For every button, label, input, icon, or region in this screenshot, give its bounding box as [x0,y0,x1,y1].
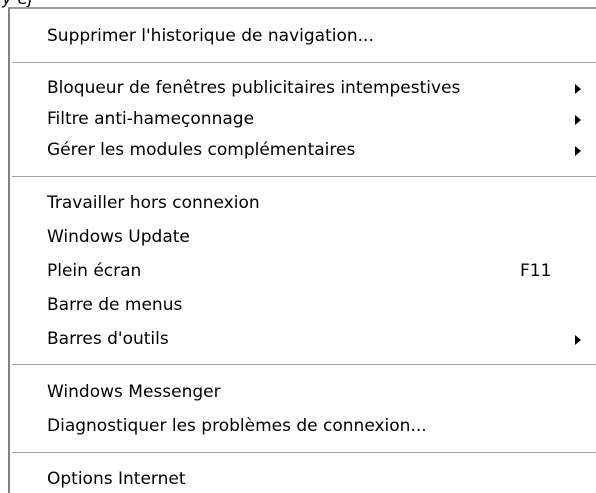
submenu-arrow-icon [575,115,581,125]
submenu-arrow-icon [575,84,581,94]
menu-item-label: Barres d'outils [47,329,169,349]
submenu-arrow-icon [575,146,581,156]
menu-item-label: Options Internet [47,469,186,489]
menu-item-popup-blocker[interactable]: Bloqueur de fenêtres publicitaires intem… [10,73,596,103]
tools-context-menu: Supprimer l'historique de navigation... … [8,7,596,493]
menu-item-full-screen[interactable]: Plein écran F11 [10,256,596,286]
menu-separator [12,176,596,178]
menu-item-label: Windows Messenger [47,382,221,402]
menu-separator [12,452,596,454]
menu-separator [12,62,596,64]
menu-item-label: Barre de menus [47,295,183,315]
menu-item-windows-update[interactable]: Windows Update [10,222,596,252]
menu-item-diagnose-connection[interactable]: Diagnostiquer les problèmes de connexion… [10,411,596,441]
menu-item-label: Gérer les modules complémentaires [47,140,356,160]
menu-item-phishing-filter[interactable]: Filtre anti-hameçonnage [10,104,596,134]
menu-item-delete-browsing-history[interactable]: Supprimer l'historique de navigation... [10,21,596,51]
menu-item-work-offline[interactable]: Travailler hors connexion [10,188,596,218]
menu-item-label: Bloqueur de fenêtres publicitaires intem… [47,78,461,98]
menu-separator [12,364,596,366]
menu-item-toolbars[interactable]: Barres d'outils [10,324,596,354]
menu-item-label: Supprimer l'historique de navigation... [47,26,374,46]
menu-item-windows-messenger[interactable]: Windows Messenger [10,377,596,407]
menu-item-label: Windows Update [47,227,190,247]
menu-item-internet-options[interactable]: Options Internet [10,464,596,493]
menu-item-shortcut: F11 [520,261,552,281]
menu-item-manage-add-ons[interactable]: Gérer les modules complémentaires [10,135,596,165]
menu-item-label: Travailler hors connexion [47,193,260,213]
menu-item-label: Filtre anti-hameçonnage [47,109,255,129]
submenu-arrow-icon [575,335,581,345]
menu-item-label: Plein écran [47,261,142,281]
menu-item-label: Diagnostiquer les problèmes de connexion… [47,416,427,436]
menu-item-menu-bar[interactable]: Barre de menus [10,290,596,320]
